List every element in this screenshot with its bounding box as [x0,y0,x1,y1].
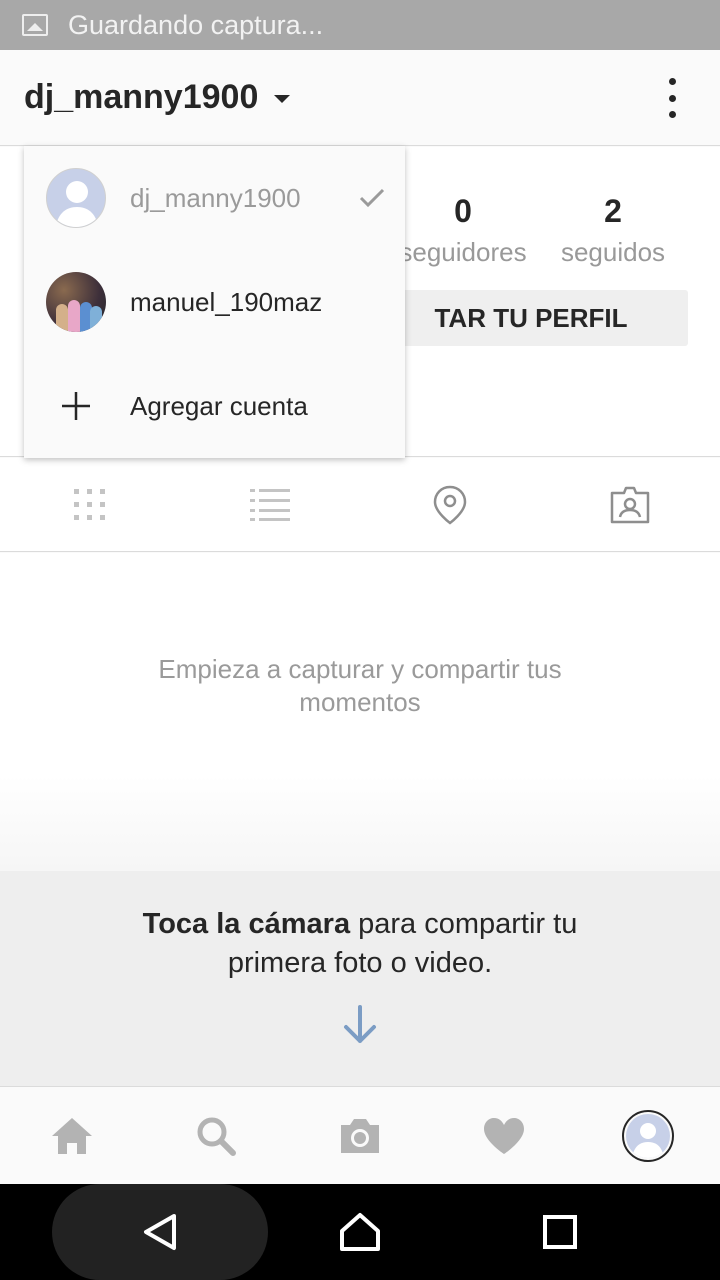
heart-icon [484,1118,524,1154]
account-name: manuel_190maz [130,286,323,317]
notification-text: Guardando captura... [68,9,324,40]
profile-tabs [0,458,720,552]
system-home-button[interactable] [310,1184,410,1280]
account-item-dj-manny1900[interactable]: dj_manny1900 [24,146,405,250]
profile-avatar [622,1110,674,1162]
recents-square-icon [543,1215,577,1249]
plus-icon [62,392,90,420]
account-item-manuel-190maz[interactable]: manuel_190maz [24,250,405,354]
camera-hint-bold: Toca la cámara [142,908,351,940]
home-outline-icon [340,1213,380,1251]
followers-count: 0 [454,193,472,229]
status-bar: Guardando captura... [0,0,720,50]
app-header: dj_manny1900 [0,50,720,146]
default-avatar-icon [632,1123,664,1158]
nav-profile[interactable] [576,1088,720,1184]
system-nav-bar [0,1184,720,1280]
following-stat[interactable]: 2 seguidos [552,191,674,269]
followers-label: seguidores [399,237,527,267]
header-username[interactable]: dj_manny1900 [24,78,258,117]
edit-profile-button[interactable]: TAR TU PERFIL [374,290,688,346]
bottom-nav [0,1088,720,1184]
camera-hint-banner: Toca la cámara para compartir tu primera… [0,871,720,1087]
arrow-down-icon [344,1005,376,1043]
default-avatar [46,168,106,228]
check-icon [359,188,385,208]
following-count: 2 [604,193,622,229]
account-switcher-menu: dj_manny1900 manuel_190maz Agregar cuent… [24,146,405,458]
image-notification-icon [22,14,48,36]
tab-tagged[interactable] [540,458,720,552]
tagged-photos-icon [610,486,650,524]
grid-icon [74,489,105,520]
nav-activity[interactable] [432,1088,576,1184]
home-icon [52,1118,92,1154]
camera-hint-text: Toca la cámara para compartir tu primera… [100,905,620,983]
user-photo-avatar [46,272,106,332]
system-recents-button[interactable] [510,1184,610,1280]
following-label: seguidos [560,237,666,267]
empty-state-message: Empieza a capturar y compartir tus momen… [158,654,562,717]
add-account-label: Agregar cuenta [130,390,308,421]
list-icon [250,489,290,521]
nav-camera[interactable] [288,1088,432,1184]
back-triangle-icon [144,1214,176,1250]
camera-icon [341,1119,379,1153]
system-back-button[interactable] [52,1184,268,1280]
followers-stat[interactable]: 0 seguidores [392,191,534,269]
search-icon [197,1117,236,1156]
nav-search[interactable] [144,1088,288,1184]
tab-list[interactable] [180,458,360,552]
account-name: dj_manny1900 [130,182,301,213]
empty-state: Empieza a capturar y compartir tus momen… [0,553,720,871]
add-account-item[interactable]: Agregar cuenta [24,354,405,458]
location-pin-icon [433,485,467,525]
nav-home[interactable] [0,1088,144,1184]
tab-grid[interactable] [0,458,180,552]
tab-location[interactable] [360,458,540,552]
more-options-icon[interactable] [662,78,682,118]
caret-down-icon[interactable] [274,94,291,103]
